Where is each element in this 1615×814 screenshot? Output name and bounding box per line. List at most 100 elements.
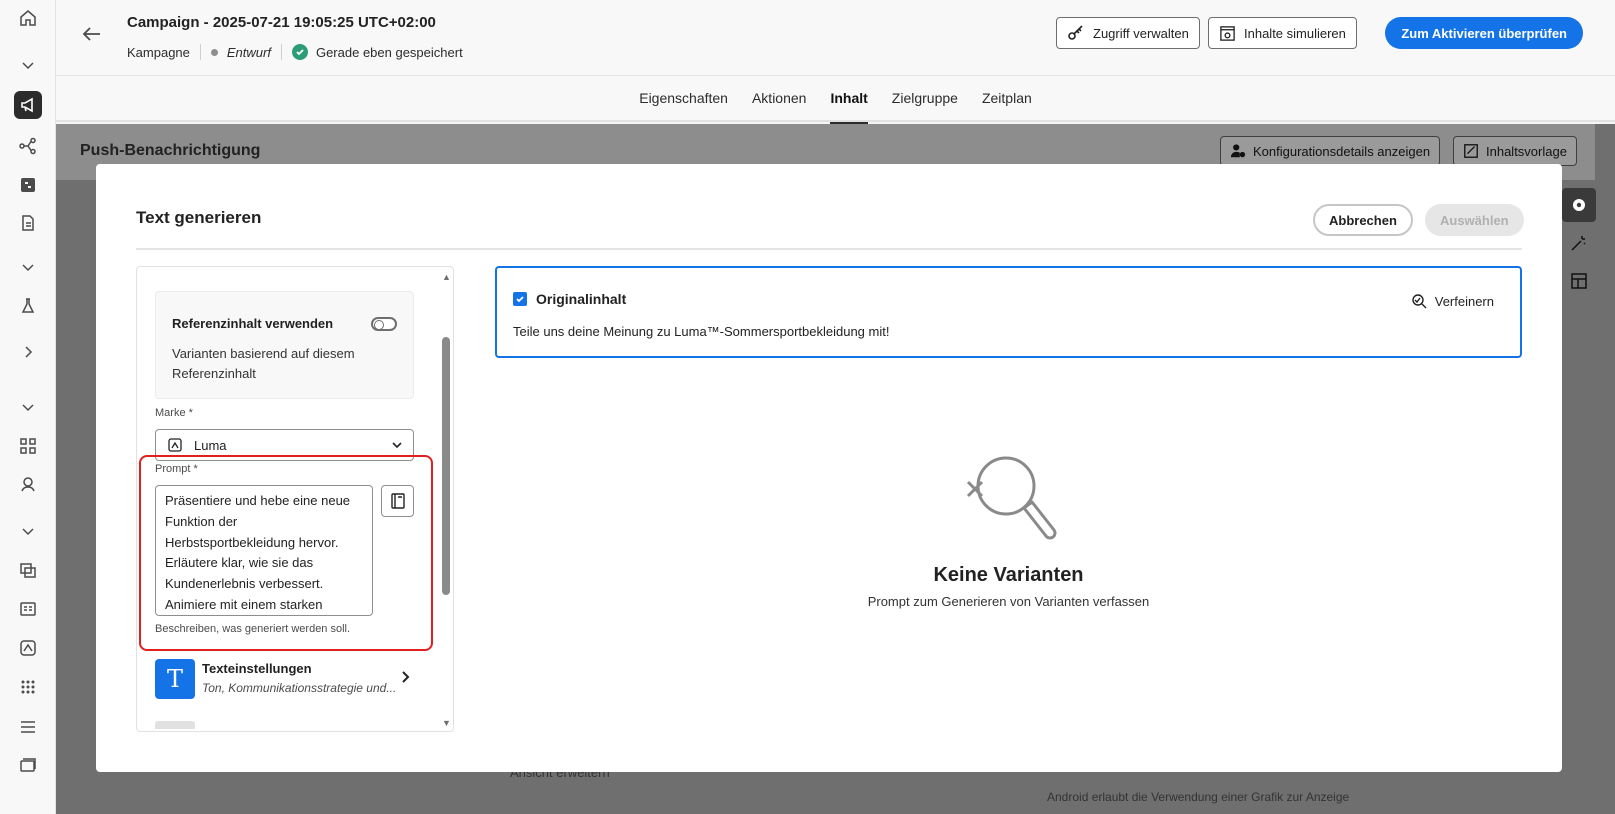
text-settings-icon: T xyxy=(155,659,195,699)
magic-wand-icon[interactable] xyxy=(1562,226,1596,260)
prompt-library-icon xyxy=(390,493,405,509)
divider xyxy=(280,44,282,60)
reference-title: Referenzinhalt verwenden xyxy=(172,316,334,331)
catalog-icon[interactable] xyxy=(14,595,42,623)
content-tabs: Eigenschaften Aktionen Inhalt Zielgruppe… xyxy=(56,76,1615,124)
tab-audience[interactable]: Zielgruppe xyxy=(880,76,970,122)
dashboard-icon[interactable] xyxy=(14,432,42,460)
channels-icon[interactable] xyxy=(14,556,42,584)
right-toolbar xyxy=(1562,188,1596,298)
no-variants-empty-state: Keine Varianten Prompt zum Generieren vo… xyxy=(495,454,1522,609)
chevron-down-icon[interactable] xyxy=(14,517,42,545)
content-template-button[interactable]: Inhaltsvorlage xyxy=(1453,136,1577,166)
tab-schedule[interactable]: Zeitplan xyxy=(970,76,1044,122)
brand-icon[interactable] xyxy=(14,634,42,662)
next-settings-item xyxy=(155,721,195,729)
refine-label: Verfeinern xyxy=(1434,293,1494,309)
reference-content-card: Referenzinhalt verwenden Varianten basie… xyxy=(155,291,414,399)
config-details-button[interactable]: Konfigurationsdetails anzeigen xyxy=(1220,136,1441,166)
original-content-checkbox[interactable] xyxy=(513,292,527,306)
reference-description: Varianten basierend auf diesem Referenzi… xyxy=(172,346,355,381)
chevron-down-icon[interactable] xyxy=(14,393,42,421)
chevron-down-icon[interactable] xyxy=(14,51,42,79)
campaign-type: Kampagne xyxy=(127,44,190,60)
text-settings-title: Texteinstellungen xyxy=(202,661,312,676)
status-dot xyxy=(210,48,218,56)
prompt-help-text: Beschreiben, was generiert werden soll. xyxy=(155,623,351,635)
brand-label-text: Marke xyxy=(155,407,186,419)
divider xyxy=(199,44,201,60)
chevron-down-icon[interactable] xyxy=(14,253,42,281)
key-icon xyxy=(1068,25,1083,40)
required-mark: * xyxy=(193,463,198,475)
push-section-title: Push-Benachrichtigung xyxy=(80,142,261,159)
original-content-title: Originalinhalt xyxy=(536,291,627,307)
chevron-down-icon xyxy=(392,442,402,449)
saved-status: Gerade eben gespeichert xyxy=(315,44,463,60)
home-icon[interactable] xyxy=(14,4,42,32)
brand-logo-icon xyxy=(168,438,182,452)
experiment-icon[interactable] xyxy=(14,292,42,320)
generate-text-dialog: Text generieren Abbrechen Auswählen Refe… xyxy=(96,164,1562,772)
no-results-icon xyxy=(966,456,1056,540)
empty-state-subtitle: Prompt zum Generieren von Varianten verf… xyxy=(867,594,1150,609)
scroll-down-icon[interactable]: ▼ xyxy=(442,719,451,728)
prompt-label: Prompt * xyxy=(155,463,198,475)
panel-scrollbar[interactable]: ▲ ▼ xyxy=(439,267,453,731)
select-button[interactable]: Auswählen xyxy=(1425,204,1524,236)
menu-icon[interactable] xyxy=(14,713,42,741)
tab-content[interactable]: Inhalt xyxy=(818,76,879,124)
campaign-icon[interactable] xyxy=(14,91,42,119)
cancel-button[interactable]: Abbrechen xyxy=(1313,204,1413,236)
original-content-text: Teile uns deine Meinung zu Luma™-Sommers… xyxy=(513,324,890,339)
simulate-content-button[interactable]: Inhalte simulieren xyxy=(1208,17,1357,49)
simulate-icon xyxy=(1220,25,1235,41)
content-template-label: Inhaltsvorlage xyxy=(1486,143,1567,159)
template-icon xyxy=(1464,144,1478,158)
cards-icon[interactable] xyxy=(14,752,42,780)
scroll-up-icon[interactable]: ▲ xyxy=(442,273,451,282)
status-label: Entwurf xyxy=(226,44,271,60)
left-rail xyxy=(0,0,56,814)
scrollbar-thumb[interactable] xyxy=(442,337,450,595)
generation-settings-panel: Referenzinhalt verwenden Varianten basie… xyxy=(136,266,454,732)
prompt-label-text: Prompt xyxy=(155,463,191,475)
campaign-meta: Kampagne Entwurf Gerade eben gespeichert xyxy=(127,44,463,60)
manage-access-button[interactable]: Zugriff verwalten xyxy=(1056,17,1200,49)
prompt-library-button[interactable] xyxy=(381,485,414,517)
tab-actions[interactable]: Aktionen xyxy=(740,76,818,122)
audience-icon[interactable] xyxy=(14,470,42,498)
journey-icon[interactable] xyxy=(14,132,42,160)
manage-access-label: Zugriff verwalten xyxy=(1093,25,1189,41)
brand-label: Marke * xyxy=(155,407,193,419)
back-arrow-icon[interactable] xyxy=(80,22,104,46)
review-to-activate-button[interactable]: Zum Aktivieren überprüfen xyxy=(1385,17,1583,49)
saved-check-icon xyxy=(291,44,308,60)
brand-value: Luma xyxy=(194,437,227,453)
chevron-right-icon[interactable] xyxy=(14,338,42,366)
empty-state-title: Keine Varianten xyxy=(933,564,1084,586)
original-content-card[interactable]: Originalinhalt Teile uns deine Meinung z… xyxy=(495,266,1522,358)
simulate-content-label: Inhalte simulieren xyxy=(1244,25,1346,41)
text-settings-subtitle: Ton, Kommunikationsstrategie und... xyxy=(202,681,397,695)
data-icon[interactable] xyxy=(14,673,42,701)
dialog-divider xyxy=(136,248,1522,250)
user-gear-icon xyxy=(1230,144,1246,158)
reference-toggle[interactable] xyxy=(371,317,397,331)
layout-icon[interactable] xyxy=(1562,264,1596,298)
dialog-title: Text generieren xyxy=(136,208,262,227)
tab-properties[interactable]: Eigenschaften xyxy=(627,76,740,122)
chevron-right-icon xyxy=(402,671,410,683)
gear-icon[interactable] xyxy=(1562,188,1596,222)
refine-icon xyxy=(1412,294,1427,309)
prompt-textarea[interactable]: Präsentiere und hebe eine neue Funktion … xyxy=(155,485,373,616)
content-icon[interactable] xyxy=(14,209,42,237)
config-details-label: Konfigurationsdetails anzeigen xyxy=(1253,143,1431,159)
brand-select[interactable]: Luma xyxy=(155,429,414,461)
campaign-header: Campaign - 2025-07-21 19:05:25 UTC+02:00… xyxy=(56,0,1615,76)
text-settings-item[interactable]: T Texteinstellungen Ton, Kommunikationss… xyxy=(155,659,414,701)
refine-button[interactable]: Verfeinern xyxy=(1410,292,1494,310)
android-note: Android erlaubt die Verwendung einer Gra… xyxy=(1047,790,1350,804)
decisioning-icon[interactable] xyxy=(14,171,42,199)
campaign-title: Campaign - 2025-07-21 19:05:25 UTC+02:00 xyxy=(127,14,436,31)
